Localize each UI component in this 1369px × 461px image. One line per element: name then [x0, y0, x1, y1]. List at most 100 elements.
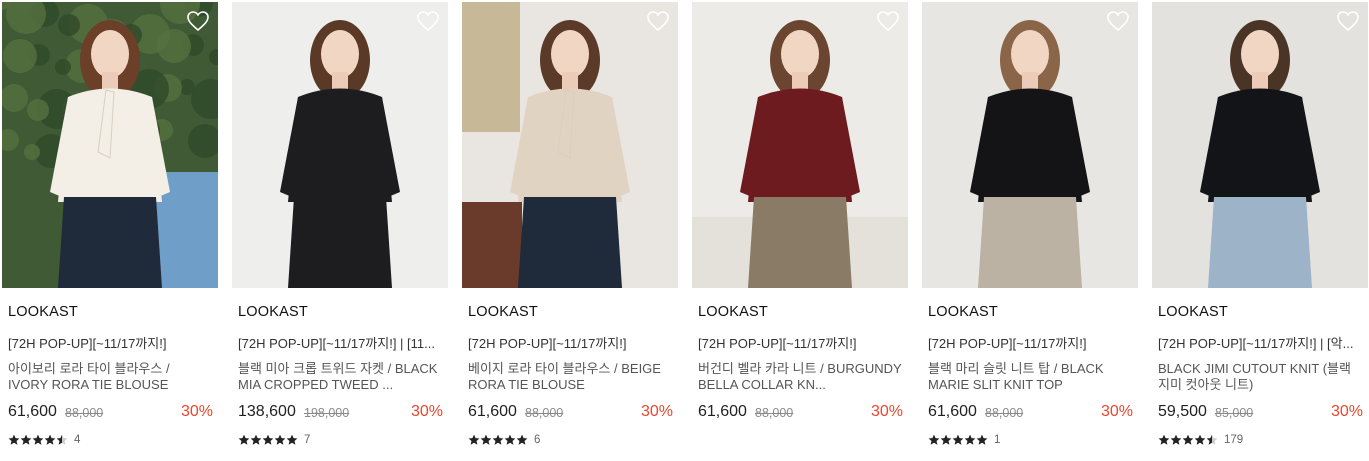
- star-icon: [1170, 434, 1182, 445]
- product-name[interactable]: 베이지 로라 타이 블라우스 / BEIGE RORA TIE BLOUSE: [468, 361, 673, 393]
- sale-price: 61,600: [698, 403, 747, 420]
- product-brand[interactable]: LOOKAST: [468, 304, 538, 320]
- review-count: 4: [74, 434, 81, 446]
- product-name[interactable]: 아이보리 로라 타이 블라우스 / IVORY RORA TIE BLOUSE: [8, 361, 213, 393]
- review-count: 1: [994, 434, 1001, 446]
- original-price: 85,000: [1215, 406, 1254, 420]
- original-price: 88,000: [525, 406, 564, 420]
- rating: 179: [1158, 433, 1243, 447]
- discount-rate: 30%: [180, 403, 213, 420]
- rating: 7: [238, 433, 310, 447]
- price-row: 61,600 88,000 30%: [468, 403, 673, 423]
- discount-rate: 30%: [1100, 403, 1133, 420]
- product-image[interactable]: [232, 2, 448, 288]
- product-brand[interactable]: LOOKAST: [698, 304, 768, 320]
- sale-price: 61,600: [8, 403, 57, 420]
- review-count: 6: [534, 434, 541, 446]
- star-icon: [250, 434, 262, 445]
- review-count: 7: [304, 434, 311, 446]
- star-icon: [286, 434, 298, 445]
- product-promo-tag[interactable]: [72H POP-UP][~11/17까지!] | [악...: [1158, 333, 1363, 352]
- product-promo-tag[interactable]: [72H POP-UP][~11/17까지!] | [11...: [238, 333, 443, 352]
- sale-price: 59,500: [1158, 403, 1207, 420]
- star-icon: [262, 434, 274, 445]
- star-icon: [468, 434, 480, 445]
- product-brand[interactable]: LOOKAST: [1158, 304, 1228, 320]
- product-image[interactable]: [922, 2, 1138, 288]
- star-icon: [1206, 434, 1218, 445]
- rating: 6: [468, 433, 540, 447]
- star-rating: [928, 434, 988, 446]
- wishlist-heart-icon[interactable]: [876, 10, 900, 32]
- sale-price: 61,600: [468, 403, 517, 420]
- product-brand[interactable]: LOOKAST: [928, 304, 998, 320]
- wishlist-heart-icon[interactable]: [1336, 10, 1360, 32]
- sale-price: 138,600: [238, 403, 296, 420]
- discount-rate: 30%: [1330, 403, 1363, 420]
- product-brand[interactable]: LOOKAST: [238, 304, 308, 320]
- star-rating: [1158, 434, 1218, 446]
- product-card[interactable]: LOOKAST [72H POP-UP][~11/17까지!] | [11...…: [232, 0, 448, 461]
- wishlist-heart-icon[interactable]: [186, 10, 210, 32]
- star-icon: [964, 434, 976, 445]
- product-card[interactable]: LOOKAST [72H POP-UP][~11/17까지!] 블랙 마리 슬릿…: [922, 0, 1138, 461]
- product-card[interactable]: LOOKAST [72H POP-UP][~11/17까지!] 버건디 벨라 카…: [692, 0, 908, 461]
- discount-rate: 30%: [410, 403, 443, 420]
- product-name[interactable]: 블랙 마리 슬릿 니트 탑 / BLACK MARIE SLIT KNIT TO…: [928, 361, 1133, 393]
- product-card[interactable]: LOOKAST [72H POP-UP][~11/17까지!] 베이지 로라 타…: [462, 0, 678, 461]
- star-icon: [44, 434, 56, 445]
- star-icon: [976, 434, 988, 445]
- original-price: 88,000: [65, 406, 104, 420]
- star-icon: [480, 434, 492, 445]
- review-count: 179: [1224, 434, 1244, 446]
- product-card[interactable]: LOOKAST [72H POP-UP][~11/17까지!] | [악... …: [1152, 0, 1368, 461]
- star-icon: [516, 434, 528, 445]
- star-icon: [940, 434, 952, 445]
- price-row: 61,600 88,000 30%: [8, 403, 213, 423]
- product-image[interactable]: [1152, 2, 1368, 288]
- star-icon: [492, 434, 504, 445]
- discount-rate: 30%: [640, 403, 673, 420]
- star-icon: [56, 434, 68, 445]
- star-icon: [8, 434, 20, 445]
- star-rating: [238, 434, 298, 446]
- product-image[interactable]: [462, 2, 678, 288]
- price-row: 59,500 85,000 30%: [1158, 403, 1363, 423]
- price-row: 138,600 198,000 30%: [238, 403, 443, 423]
- price-row: 61,600 88,000 30%: [698, 403, 903, 423]
- price-row: 61,600 88,000 30%: [928, 403, 1133, 423]
- star-rating: [8, 434, 68, 446]
- star-icon: [1194, 434, 1206, 445]
- product-name[interactable]: 블랙 미아 크롭 트위드 자켓 / BLACK MIA CROPPED TWEE…: [238, 361, 443, 393]
- star-icon: [32, 434, 44, 445]
- product-image[interactable]: [2, 2, 218, 288]
- star-rating: [468, 434, 528, 446]
- star-icon: [20, 434, 32, 445]
- wishlist-heart-icon[interactable]: [416, 10, 440, 32]
- product-name[interactable]: 버건디 벨라 카라 니트 / BURGUNDY BELLA COLLAR KN.…: [698, 361, 903, 393]
- star-icon: [274, 434, 286, 445]
- star-icon: [238, 434, 250, 445]
- discount-rate: 30%: [870, 403, 903, 420]
- star-icon: [1158, 434, 1170, 445]
- product-promo-tag[interactable]: [72H POP-UP][~11/17까지!]: [8, 333, 213, 352]
- rating: 1: [928, 433, 1000, 447]
- wishlist-heart-icon[interactable]: [646, 10, 670, 32]
- wishlist-heart-icon[interactable]: [1106, 10, 1130, 32]
- original-price: 88,000: [985, 406, 1024, 420]
- star-icon: [1182, 434, 1194, 445]
- original-price: 88,000: [755, 406, 794, 420]
- star-icon: [952, 434, 964, 445]
- rating: 4: [8, 433, 80, 447]
- product-promo-tag[interactable]: [72H POP-UP][~11/17까지!]: [698, 333, 903, 352]
- product-grid: LOOKAST [72H POP-UP][~11/17까지!] 아이보리 로라 …: [0, 0, 1369, 461]
- sale-price: 61,600: [928, 403, 977, 420]
- product-brand[interactable]: LOOKAST: [8, 304, 78, 320]
- product-promo-tag[interactable]: [72H POP-UP][~11/17까지!]: [928, 333, 1133, 352]
- star-icon: [928, 434, 940, 445]
- product-image[interactable]: [692, 2, 908, 288]
- product-name[interactable]: BLACK JIMI CUTOUT KNIT (블랙 지미 컷아웃 니트): [1158, 361, 1363, 393]
- product-card[interactable]: LOOKAST [72H POP-UP][~11/17까지!] 아이보리 로라 …: [2, 0, 218, 461]
- star-icon: [504, 434, 516, 445]
- product-promo-tag[interactable]: [72H POP-UP][~11/17까지!]: [468, 333, 673, 352]
